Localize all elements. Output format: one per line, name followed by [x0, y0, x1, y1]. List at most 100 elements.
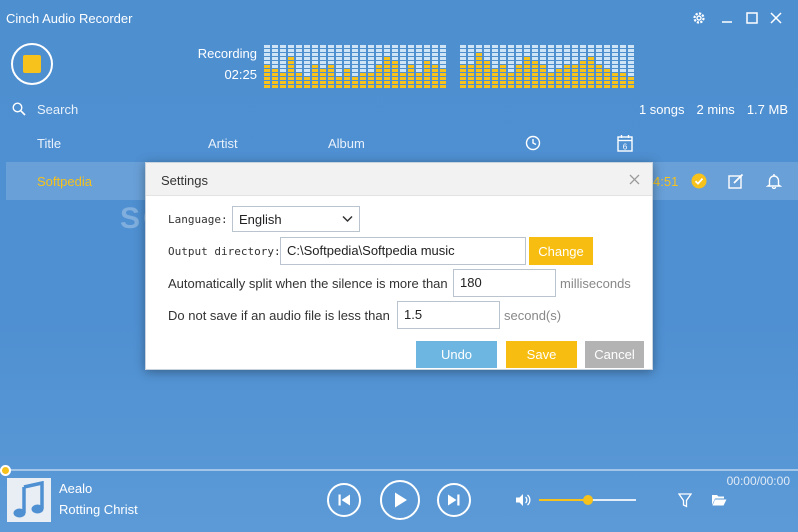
meter-segment: [588, 65, 594, 68]
language-value: English: [239, 212, 282, 227]
language-select[interactable]: English: [232, 206, 360, 232]
column-artist[interactable]: Artist: [208, 136, 238, 151]
meter-segment: [572, 73, 578, 76]
level-meter-right: [460, 45, 634, 88]
meter-segment: [580, 81, 586, 84]
meter-segment: [368, 57, 374, 60]
meter-segment: [360, 61, 366, 64]
meter-segment: [580, 61, 586, 64]
meter-segment: [548, 85, 554, 88]
meter-segment: [524, 85, 530, 88]
meter-segment: [604, 77, 610, 80]
meter-segment: [628, 65, 634, 68]
meter-segment: [368, 77, 374, 80]
meter-segment: [508, 45, 514, 48]
meter-segment: [628, 57, 634, 60]
meter-segment: [468, 49, 474, 52]
previous-button[interactable]: [327, 483, 361, 517]
column-album[interactable]: Album: [328, 136, 365, 151]
meter-segment: [468, 73, 474, 76]
meter-segment: [384, 77, 390, 80]
search-input[interactable]: Search: [37, 102, 78, 117]
meter-segment: [588, 57, 594, 60]
column-duration[interactable]: [525, 135, 541, 156]
volume-slider-handle[interactable]: [582, 495, 593, 505]
total-size: 1.7 MB: [746, 102, 788, 117]
meter-segment: [492, 81, 498, 84]
meter-segment: [628, 85, 634, 88]
meter-segment: [476, 85, 482, 88]
save-button[interactable]: Save: [506, 341, 577, 368]
next-button[interactable]: [437, 483, 471, 517]
search-button[interactable]: [12, 102, 26, 121]
edit-tag-button[interactable]: [728, 173, 744, 194]
meter-segment: [432, 61, 438, 64]
meter-segment: [288, 61, 294, 64]
undo-button[interactable]: Undo: [416, 341, 497, 368]
playback-progress-handle[interactable]: [0, 465, 11, 476]
meter-segment: [328, 85, 334, 88]
volume-button[interactable]: [515, 492, 531, 513]
meter-segment: [484, 65, 490, 68]
change-dir-button[interactable]: Change: [529, 237, 593, 265]
settings-button[interactable]: [690, 9, 708, 27]
track-title[interactable]: Softpedia: [37, 174, 92, 189]
meter-segment: [588, 85, 594, 88]
meter-segment: [492, 73, 498, 76]
meter-segment: [272, 61, 278, 64]
volume-slider-track[interactable]: [539, 495, 636, 505]
meter-segment: [264, 85, 270, 88]
playback-progress-track[interactable]: [0, 469, 798, 471]
column-date[interactable]: 6: [617, 134, 633, 157]
meter-segment: [580, 73, 586, 76]
output-dir-field[interactable]: C:\Softpedia\Softpedia music: [280, 237, 526, 265]
meter-segment: [320, 53, 326, 56]
meter-segment: [408, 65, 414, 68]
meter-segment: [508, 77, 514, 80]
meter-segment: [580, 69, 586, 72]
cancel-button[interactable]: Cancel: [585, 341, 644, 368]
meter-segment: [532, 81, 538, 84]
meter-segment: [440, 61, 446, 64]
meter-segment: [500, 81, 506, 84]
meter-segment: [612, 61, 618, 64]
split-threshold-field[interactable]: 180: [453, 269, 556, 297]
meter-segment: [508, 65, 514, 68]
maximize-button[interactable]: [743, 9, 761, 27]
close-button[interactable]: [767, 9, 785, 27]
min-length-field[interactable]: 1.5: [397, 301, 500, 329]
meter-segment: [432, 69, 438, 72]
meter-segment: [596, 57, 602, 60]
meter-segment: [320, 49, 326, 52]
meter-segment: [572, 53, 578, 56]
meter-segment: [432, 49, 438, 52]
filter-button[interactable]: [677, 493, 693, 513]
meter-segment: [484, 73, 490, 76]
meter-segment: [400, 45, 406, 48]
meter-segment: [468, 53, 474, 56]
open-folder-button[interactable]: [711, 493, 727, 512]
meter-segment: [400, 61, 406, 64]
meter-segment: [336, 69, 342, 72]
meter-segment: [280, 85, 286, 88]
meter-segment: [312, 57, 318, 60]
minimize-button[interactable]: [718, 9, 736, 27]
filter-icon: [677, 493, 693, 508]
ringtone-button[interactable]: [765, 173, 783, 194]
dialog-close-button[interactable]: [626, 171, 642, 187]
meter-segment: [304, 45, 310, 48]
meter-segment: [368, 69, 374, 72]
playback-time: 00:00/00:00: [726, 474, 790, 488]
meter-segment: [604, 53, 610, 56]
meter-segment: [460, 53, 466, 56]
meter-segment: [524, 61, 530, 64]
meter-segment: [540, 69, 546, 72]
meter-segment: [392, 45, 398, 48]
play-button[interactable]: [380, 480, 420, 520]
meter-segment: [264, 45, 270, 48]
column-title[interactable]: Title: [37, 136, 61, 151]
meter-segment: [408, 53, 414, 56]
stop-record-button[interactable]: [11, 43, 53, 85]
meter-segment: [524, 53, 530, 56]
meter-segment: [432, 77, 438, 80]
